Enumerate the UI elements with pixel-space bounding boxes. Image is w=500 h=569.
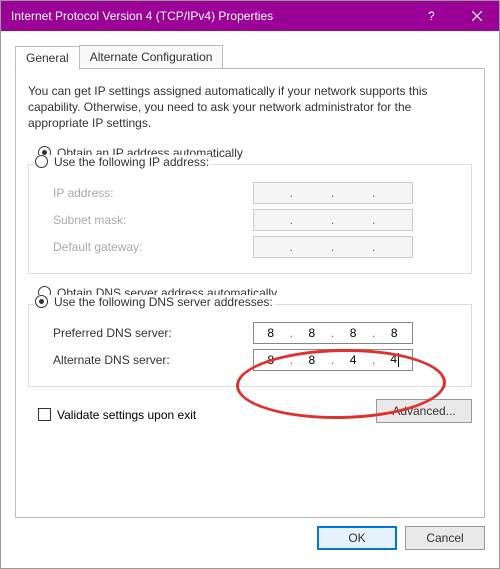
tab-strip: General Alternate Configuration [15,45,485,68]
ip-octet: 8 [255,353,287,367]
dns-manual-label: Use the following DNS server addresses: [54,295,273,309]
validate-checkbox[interactable]: Validate settings upon exit [38,408,196,422]
tab-general[interactable]: General [15,46,80,70]
ip-address-row: IP address: . . . [39,182,461,204]
radio-icon [35,155,48,168]
dns-manual-group: Use the following DNS server addresses: … [28,304,472,387]
window-title: Internet Protocol Version 4 (TCP/IPv4) P… [11,9,409,23]
preferred-dns-row: Preferred DNS server: 8. 8. 8. 8 [39,322,461,344]
preferred-dns-input[interactable]: 8. 8. 8. 8 [253,322,413,344]
advanced-button[interactable]: Advanced... [376,399,472,423]
svg-text:?: ? [428,11,435,21]
cancel-button[interactable]: Cancel [405,526,485,550]
ip-octet: 8 [338,326,370,340]
validate-label: Validate settings upon exit [57,408,196,422]
checkbox-icon [38,408,51,421]
tab-alternate[interactable]: Alternate Configuration [79,45,224,68]
alternate-dns-input[interactable]: 8. 8. 4. 4 [253,349,413,371]
ip-manual-label: Use the following IP address: [54,155,209,169]
alternate-dns-row: Alternate DNS server: 8. 8. 4. 4 [39,349,461,371]
preferred-dns-label: Preferred DNS server: [53,326,253,340]
ip-address-label: IP address: [53,186,253,200]
gateway-input: . . . [253,236,413,258]
dns-manual-radio[interactable]: Use the following DNS server addresses: [33,295,275,309]
help-button[interactable]: ? [409,1,454,31]
ip-manual-radio[interactable]: Use the following IP address: [33,155,211,169]
ip-octet: 8 [296,353,328,367]
text-caret [398,353,399,367]
radio-icon [35,295,48,308]
ip-octet: 4 [379,352,411,367]
alternate-dns-label: Alternate DNS server: [53,353,253,367]
gateway-label: Default gateway: [53,240,253,254]
titlebar: Internet Protocol Version 4 (TCP/IPv4) P… [1,1,499,31]
subnet-label: Subnet mask: [53,213,253,227]
ip-octet: 8 [296,326,328,340]
tab-panel-general: You can get IP settings assigned automat… [15,68,485,518]
dialog-content: General Alternate Configuration You can … [1,31,499,560]
ip-octet: 4 [338,353,370,367]
ip-manual-group: Use the following IP address: IP address… [28,164,472,274]
dialog-buttons: OK Cancel [15,526,485,550]
ok-button[interactable]: OK [317,526,397,550]
subnet-input: . . . [253,209,413,231]
ip-octet: 8 [255,326,287,340]
bottom-options: Validate settings upon exit Advanced... [28,399,472,423]
intro-text: You can get IP settings assigned automat… [28,83,472,132]
gateway-row: Default gateway: . . . [39,236,461,258]
ip-octet: 8 [379,326,411,340]
ip-address-input: . . . [253,182,413,204]
subnet-row: Subnet mask: . . . [39,209,461,231]
close-button[interactable] [454,1,499,31]
